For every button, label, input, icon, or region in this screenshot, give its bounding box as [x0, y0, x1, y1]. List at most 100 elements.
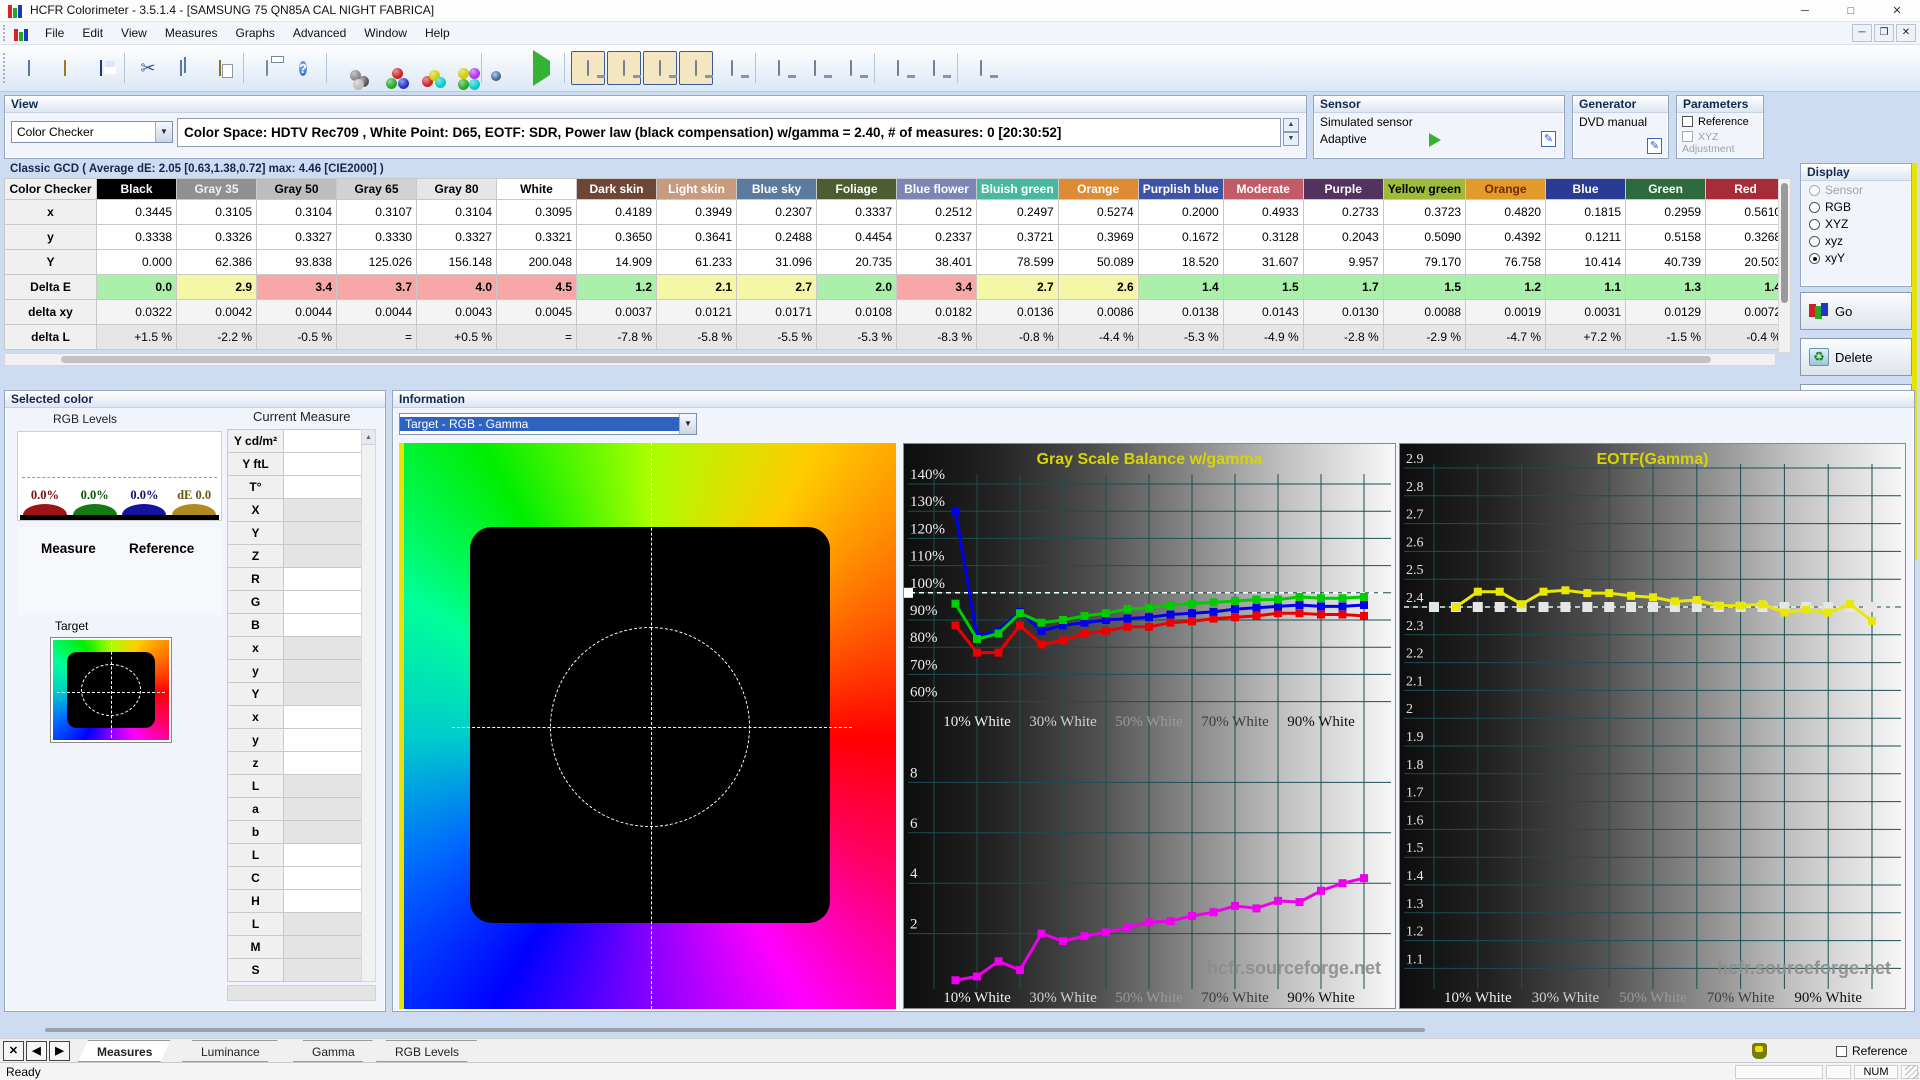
cell-x-purplish-blue[interactable]: 0.2000 [1137, 199, 1224, 225]
view-rgb-levels-button[interactable] [679, 51, 713, 85]
cell-dE-red[interactable]: 1.4 [1705, 274, 1787, 300]
view-cie-diagram-button[interactable] [762, 51, 796, 85]
menu-advanced[interactable]: Advanced [284, 23, 355, 43]
help-button[interactable]: ? [286, 51, 320, 85]
view-gamma-curve-button[interactable] [834, 51, 868, 85]
cell-x-white[interactable]: 0.3095 [496, 199, 577, 225]
cell-dL-white[interactable]: = [496, 324, 577, 350]
column-header-moderate[interactable]: Moderate [1222, 178, 1304, 200]
cell-dE-purplish-blue[interactable]: 1.4 [1137, 274, 1224, 300]
cell-Y-light-skin[interactable]: 61.233 [656, 249, 737, 275]
cell-y-blue-sky[interactable]: 0.2488 [736, 224, 817, 250]
measure-grayscale-button[interactable] [333, 51, 369, 90]
cut-button[interactable]: ✂ [131, 51, 165, 85]
cell-dL-gray-80[interactable]: +0.5 % [416, 324, 497, 350]
column-header-gray-35[interactable]: Gray 35 [176, 178, 257, 200]
cell-dE-yellow-green[interactable]: 1.5 [1382, 274, 1467, 300]
close-button[interactable]: ✕ [1874, 0, 1920, 22]
cell-dL-orange[interactable]: -4.7 % [1465, 324, 1547, 350]
copy-button[interactable] [167, 51, 201, 85]
run-measures-button[interactable] [524, 50, 558, 86]
cell-Y-blue[interactable]: 10.414 [1545, 249, 1627, 275]
cell-x-light-skin[interactable]: 0.3949 [656, 199, 737, 225]
menu-file[interactable]: File [36, 23, 73, 43]
minimize-button[interactable]: ─ [1782, 0, 1828, 22]
cell-x-gray-50[interactable]: 0.3104 [256, 199, 337, 225]
cell-dxy-moderate[interactable]: 0.0143 [1222, 299, 1304, 325]
cell-x-dark-skin[interactable]: 0.4189 [576, 199, 657, 225]
menu-edit[interactable]: Edit [73, 23, 112, 43]
cell-Y-gray-50[interactable]: 93.838 [256, 249, 337, 275]
cell-dE-blue[interactable]: 1.1 [1545, 274, 1627, 300]
cell-dxy-orange[interactable]: 0.0019 [1465, 299, 1547, 325]
current-measure-scrollbar[interactable]: ▲ [361, 429, 376, 982]
cell-y-bluish-green[interactable]: 0.3721 [976, 224, 1059, 250]
cell-dxy-dark-skin[interactable]: 0.0037 [576, 299, 657, 325]
close-view-button[interactable]: ✕ [3, 1041, 24, 1061]
cell-x-blue[interactable]: 0.1815 [1545, 199, 1627, 225]
cell-dE-foliage[interactable]: 2.0 [816, 274, 897, 300]
view-nearblack-button[interactable] [715, 51, 749, 85]
cell-dL-black[interactable]: +1.5 % [96, 324, 177, 350]
cell-dE-dark-skin[interactable]: 1.2 [576, 274, 657, 300]
column-header-orange[interactable]: Orange [1465, 178, 1547, 200]
cell-y-purplish-blue[interactable]: 0.1672 [1137, 224, 1224, 250]
cell-dL-foliage[interactable]: -5.3 % [816, 324, 897, 350]
mdi-close-button[interactable]: ✕ [1896, 24, 1916, 42]
new-file-button[interactable] [12, 51, 46, 85]
view-luminance-curve-button[interactable] [798, 51, 832, 85]
cell-dL-purplish-blue[interactable]: -5.3 % [1137, 324, 1224, 350]
view-type-select[interactable]: Color Checker ▼ [11, 121, 173, 143]
cell-x-green[interactable]: 0.2959 [1625, 199, 1707, 225]
cell-x-yellow-green[interactable]: 0.3723 [1382, 199, 1467, 225]
cell-x-foliage[interactable]: 0.3337 [816, 199, 897, 225]
cell-Y-moderate[interactable]: 31.607 [1222, 249, 1304, 275]
cell-dxy-gray-65[interactable]: 0.0044 [336, 299, 417, 325]
tab-rgb-levels[interactable]: RGB Levels [376, 1040, 478, 1062]
cell-y-orange[interactable]: 0.4392 [1465, 224, 1547, 250]
cell-Y-yellow-green[interactable]: 79.170 [1382, 249, 1467, 275]
cell-Y-black[interactable]: 0.000 [96, 249, 177, 275]
cell-dE-gray-35[interactable]: 2.9 [176, 274, 257, 300]
column-header-gray-65[interactable]: Gray 65 [336, 178, 417, 200]
cell-dL-purple[interactable]: -2.8 % [1302, 324, 1384, 350]
cell-dxy-black[interactable]: 0.0322 [96, 299, 177, 325]
cell-Y-blue-flower[interactable]: 38.401 [896, 249, 977, 275]
cell-dxy-green[interactable]: 0.0129 [1625, 299, 1707, 325]
cell-Y-gray-65[interactable]: 125.026 [336, 249, 417, 275]
cell-dxy-gray-50[interactable]: 0.0044 [256, 299, 337, 325]
tab-gamma[interactable]: Gamma [293, 1040, 374, 1062]
tab-luminance[interactable]: Luminance [182, 1040, 279, 1062]
cell-x-gray-80[interactable]: 0.3104 [416, 199, 497, 225]
cell-x-moderate[interactable]: 0.4933 [1222, 199, 1304, 225]
snapshot-button[interactable] [488, 51, 522, 85]
cell-dE-gray-50[interactable]: 3.4 [256, 274, 337, 300]
cell-x-black[interactable]: 0.3445 [96, 199, 177, 225]
column-header-dark-skin[interactable]: Dark skin [576, 178, 657, 200]
cell-y-gray-35[interactable]: 0.3326 [176, 224, 257, 250]
resize-grip[interactable] [1905, 1065, 1919, 1079]
cell-dxy-yellow-green[interactable]: 0.0088 [1382, 299, 1467, 325]
cell-Y-red[interactable]: 20.503 [1705, 249, 1787, 275]
cell-y-yellow-green[interactable]: 0.5090 [1382, 224, 1467, 250]
cell-dL-gray-65[interactable]: = [336, 324, 417, 350]
cell-x-bluish-green[interactable]: 0.2497 [976, 199, 1059, 225]
cell-x-gray-35[interactable]: 0.3105 [176, 199, 257, 225]
cell-dxy-purple[interactable]: 0.0130 [1302, 299, 1384, 325]
measure-secondaries-button[interactable] [405, 51, 446, 88]
view-rgb-curves-button[interactable] [881, 51, 915, 85]
cell-y-light-skin[interactable]: 0.3641 [656, 224, 737, 250]
column-header-yellow-green[interactable]: Yellow green [1382, 178, 1467, 200]
cell-x-gray-65[interactable]: 0.3107 [336, 199, 417, 225]
cell-dE-orange[interactable]: 1.2 [1465, 274, 1547, 300]
cell-Y-gray-80[interactable]: 156.148 [416, 249, 497, 275]
measures-table-hscrollbar[interactable] [4, 353, 1776, 366]
view-free-measures-button[interactable] [964, 51, 998, 85]
measure-primaries-button[interactable] [369, 51, 409, 89]
cell-y-purple[interactable]: 0.2043 [1302, 224, 1384, 250]
cell-x-purple[interactable]: 0.2733 [1302, 199, 1384, 225]
cell-dE-white[interactable]: 4.5 [496, 274, 577, 300]
column-header-bluish-green[interactable]: Bluish green [976, 178, 1059, 200]
cell-dL-green[interactable]: -1.5 % [1625, 324, 1707, 350]
cell-dxy-purplish-blue[interactable]: 0.0138 [1137, 299, 1224, 325]
